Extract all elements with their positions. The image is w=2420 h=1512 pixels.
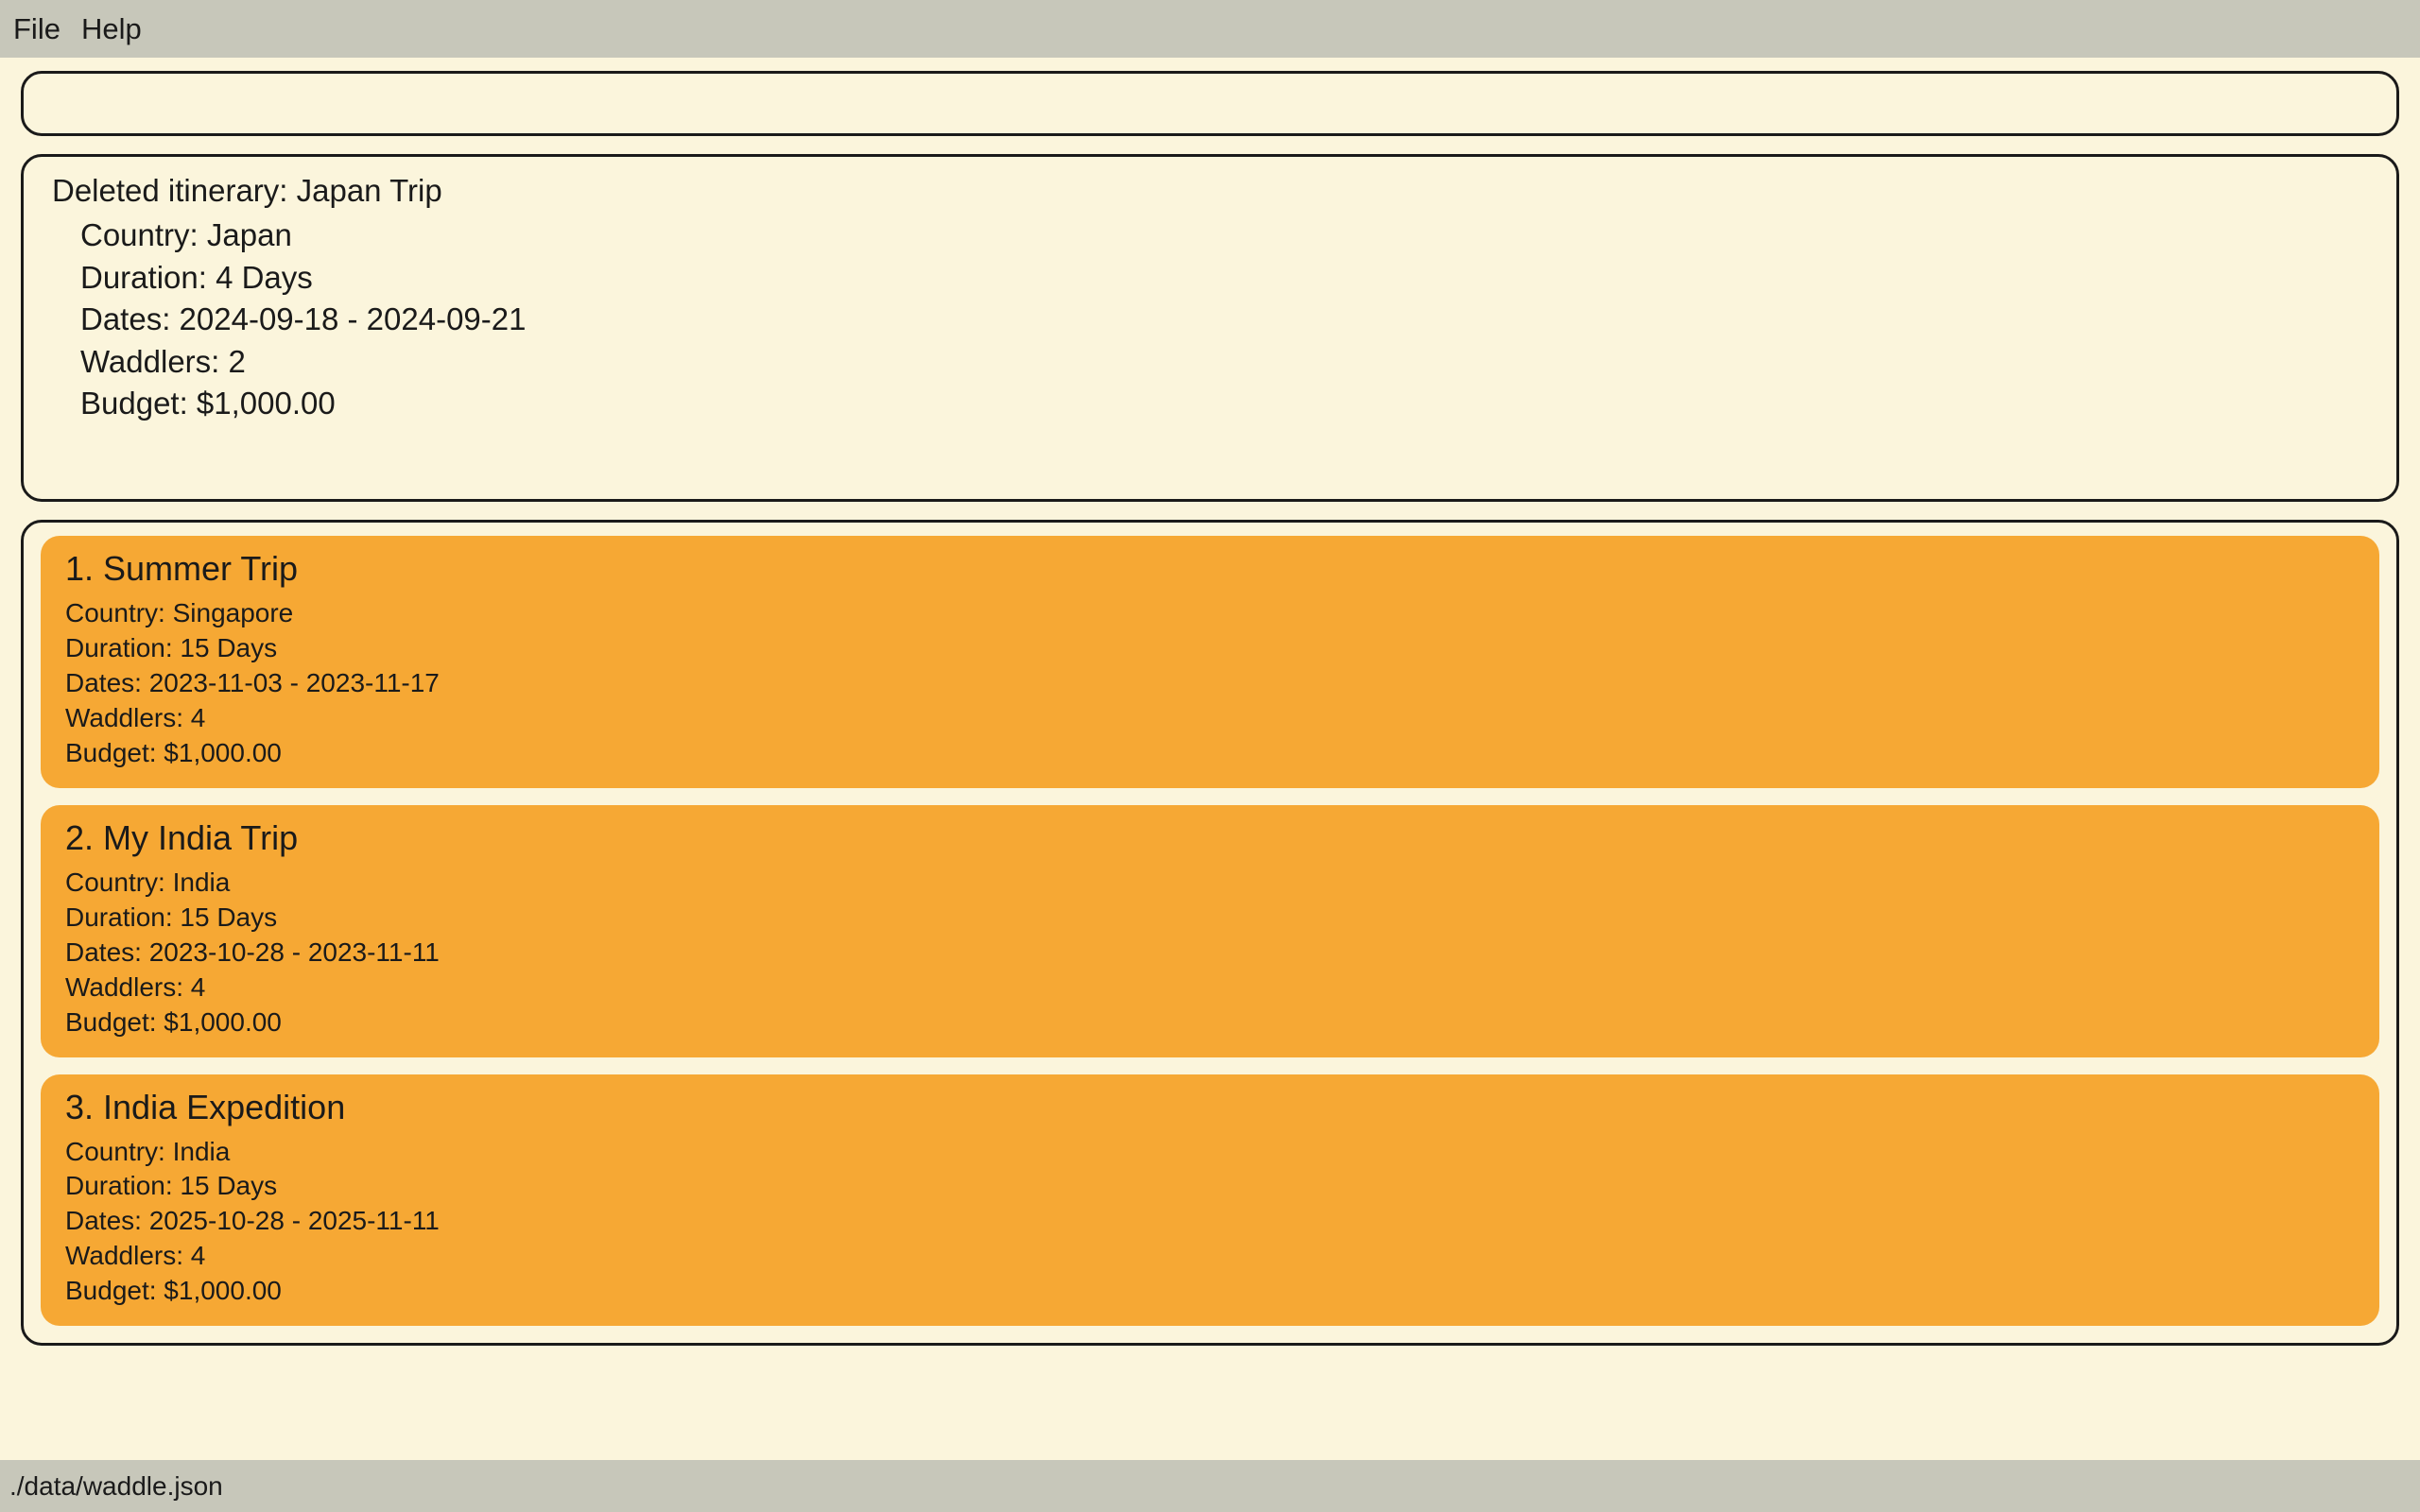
itinerary-waddlers: Waddlers: 4 bbox=[65, 971, 2355, 1005]
content-area: Deleted itinerary: Japan Trip Country: J… bbox=[0, 58, 2420, 1460]
menubar: File Help bbox=[0, 0, 2420, 58]
deleted-country: Country: Japan bbox=[52, 215, 2368, 257]
message-panel: Deleted itinerary: Japan Trip Country: J… bbox=[21, 154, 2399, 502]
itinerary-country: Country: Singapore bbox=[65, 596, 2355, 631]
deleted-budget: Budget: $1,000.00 bbox=[52, 383, 2368, 425]
statusbar-path: ./data/waddle.json bbox=[9, 1471, 223, 1502]
itinerary-country: Country: India bbox=[65, 1135, 2355, 1170]
deleted-duration: Duration: 4 Days bbox=[52, 257, 2368, 300]
itinerary-card[interactable]: 2. My India Trip Country: India Duration… bbox=[41, 805, 2379, 1057]
menu-file[interactable]: File bbox=[13, 12, 60, 46]
deleted-waddlers: Waddlers: 2 bbox=[52, 341, 2368, 384]
itinerary-dates: Dates: 2023-10-28 - 2023-11-11 bbox=[65, 936, 2355, 971]
itinerary-waddlers: Waddlers: 4 bbox=[65, 701, 2355, 736]
itinerary-card[interactable]: 3. India Expedition Country: India Durat… bbox=[41, 1074, 2379, 1327]
itinerary-title: 3. India Expedition bbox=[65, 1088, 2355, 1127]
itinerary-duration: Duration: 15 Days bbox=[65, 1169, 2355, 1204]
itinerary-budget: Budget: $1,000.00 bbox=[65, 1005, 2355, 1040]
deleted-message-title: Deleted itinerary: Japan Trip bbox=[52, 173, 2368, 209]
itinerary-budget: Budget: $1,000.00 bbox=[65, 736, 2355, 771]
menu-help[interactable]: Help bbox=[81, 12, 142, 46]
itinerary-budget: Budget: $1,000.00 bbox=[65, 1274, 2355, 1309]
itinerary-dates: Dates: 2025-10-28 - 2025-11-11 bbox=[65, 1204, 2355, 1239]
itinerary-title: 1. Summer Trip bbox=[65, 549, 2355, 589]
itinerary-title: 2. My India Trip bbox=[65, 818, 2355, 858]
itinerary-card[interactable]: 1. Summer Trip Country: Singapore Durati… bbox=[41, 536, 2379, 788]
input-panel[interactable] bbox=[21, 71, 2399, 136]
itinerary-dates: Dates: 2023-11-03 - 2023-11-17 bbox=[65, 666, 2355, 701]
deleted-dates: Dates: 2024-09-18 - 2024-09-21 bbox=[52, 299, 2368, 341]
itinerary-country: Country: India bbox=[65, 866, 2355, 901]
itinerary-duration: Duration: 15 Days bbox=[65, 631, 2355, 666]
itinerary-duration: Duration: 15 Days bbox=[65, 901, 2355, 936]
itinerary-list-panel: 1. Summer Trip Country: Singapore Durati… bbox=[21, 520, 2399, 1346]
itinerary-waddlers: Waddlers: 4 bbox=[65, 1239, 2355, 1274]
statusbar: ./data/waddle.json bbox=[0, 1460, 2420, 1512]
